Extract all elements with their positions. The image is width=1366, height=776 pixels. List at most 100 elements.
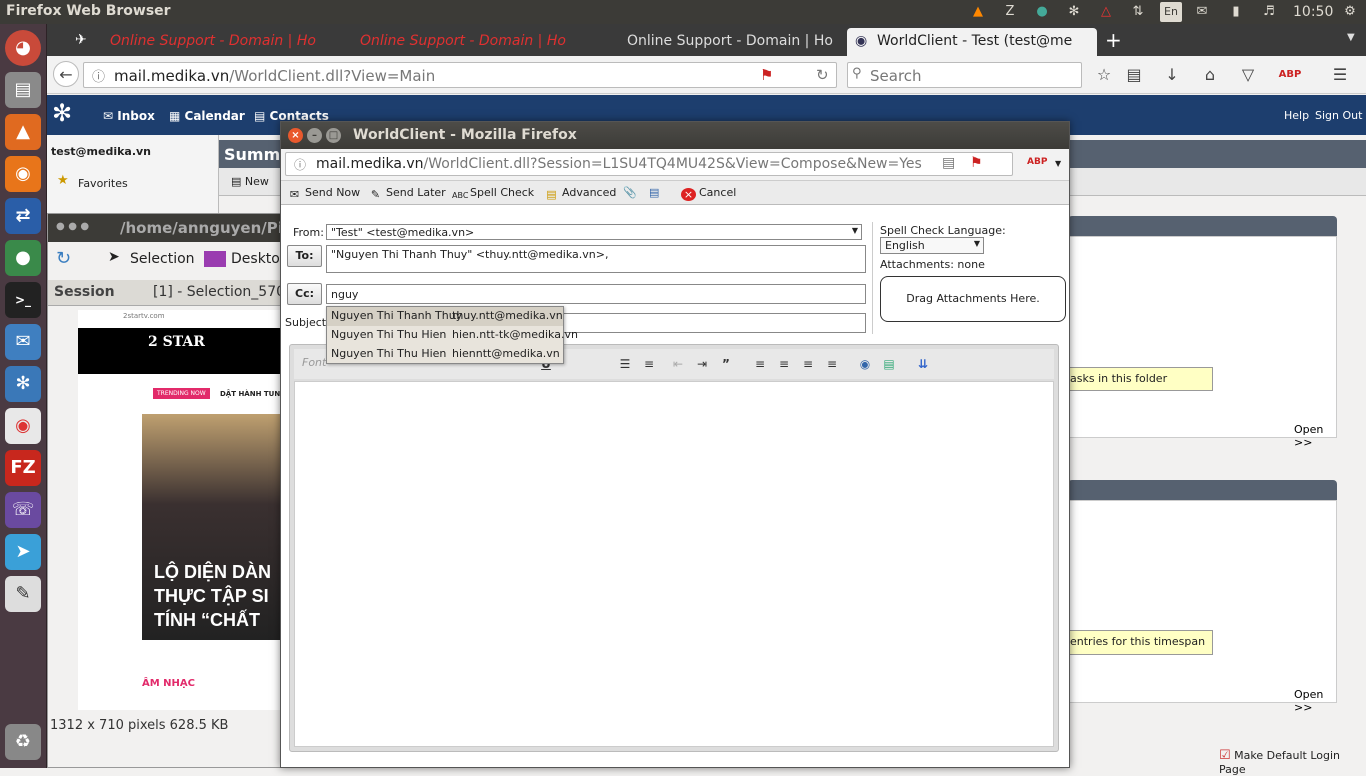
- back-arrow-icon[interactable]: ←: [53, 61, 79, 87]
- reader-view-icon[interactable]: ▤: [942, 155, 955, 171]
- desktop-button[interactable]: Deskto: [231, 251, 280, 267]
- url-bar[interactable]: ⓘ mail.medika.vn/WorldClient.dll?View=Ma…: [83, 62, 837, 88]
- cancel-button[interactable]: × Cancel: [681, 186, 736, 201]
- message-body-editor[interactable]: [294, 381, 1054, 747]
- adblock-icon[interactable]: ABP: [1027, 157, 1047, 167]
- keyboard-layout-indicator[interactable]: En: [1160, 2, 1182, 22]
- send-now-button[interactable]: ✉ Send Now: [287, 186, 360, 201]
- align-center-icon[interactable]: ≡: [775, 355, 793, 373]
- advanced-button[interactable]: ▤ Advanced: [544, 186, 616, 201]
- file-tab[interactable]: [1] - Selection_570.: [153, 284, 289, 300]
- maximize-icon[interactable]: □: [326, 128, 341, 143]
- network-icon[interactable]: ⇅: [1128, 2, 1148, 22]
- insert-image-icon[interactable]: ▤: [880, 355, 898, 373]
- to-field[interactable]: "Nguyen Thi Thanh Thuy" <thuy.ntt@medika…: [326, 245, 866, 273]
- address-book-icon[interactable]: ▤: [649, 186, 659, 199]
- spell-lang-select[interactable]: English ▼: [880, 237, 984, 254]
- cc-field[interactable]: nguy: [326, 284, 866, 304]
- ordered-list-icon[interactable]: ☰: [616, 355, 634, 373]
- reload-icon[interactable]: ↻: [56, 248, 71, 269]
- drag-attachments-zone[interactable]: Drag Attachments Here.: [880, 276, 1066, 322]
- from-select[interactable]: "Test" <test@medika.vn> ▼: [326, 224, 862, 240]
- send-later-button[interactable]: ✎ Send Later: [368, 186, 446, 201]
- bullet-list-icon[interactable]: ≡: [640, 355, 658, 373]
- shotwell-icon[interactable]: ✻: [5, 366, 41, 402]
- thunderbird-icon[interactable]: ✉: [5, 324, 41, 360]
- flag-icon[interactable]: ⚑: [760, 66, 773, 84]
- mail-icon[interactable]: ✉: [1192, 2, 1212, 22]
- session-tab[interactable]: Session: [54, 284, 115, 300]
- autocomplete-option[interactable]: Nguyen Thi Thanh Thuythuy.ntt@medika.vn: [327, 307, 563, 326]
- reading-list-icon[interactable]: ▤: [1121, 62, 1147, 88]
- adblock-icon[interactable]: ABP: [1277, 62, 1303, 88]
- autocomplete-option[interactable]: Nguyen Thi Thu Hien hienntt@medika.vn: [327, 345, 563, 364]
- window-controls-icon[interactable]: ● ● ●: [56, 221, 89, 232]
- files-icon[interactable]: ▤: [5, 72, 41, 108]
- autocomplete-option[interactable]: Nguyen Thi Thu Hien hien.ntt-tk@medika.vn: [327, 326, 578, 345]
- zotero-icon[interactable]: Z: [1000, 2, 1020, 22]
- tab-online-support-1[interactable]: Online Support - Domain | Ho: [102, 28, 342, 56]
- compose-url-bar[interactable]: ⓘ mail.medika.vn/WorldClient.dll?Session…: [285, 152, 1013, 176]
- text-editor-icon[interactable]: ✎: [5, 576, 41, 612]
- help-link[interactable]: Help: [1284, 109, 1309, 122]
- cc-button[interactable]: Cc:: [287, 283, 322, 305]
- spell-check-button[interactable]: ABC Spell Check: [452, 186, 534, 204]
- sign-out-link[interactable]: Sign Out: [1315, 109, 1362, 122]
- tab-online-support-3[interactable]: Online Support - Domain | Ho: [602, 28, 842, 56]
- pinwheel-icon[interactable]: ✻: [1064, 2, 1084, 22]
- outdent-icon[interactable]: ⇤: [669, 355, 687, 373]
- to-button[interactable]: To:: [287, 245, 322, 267]
- menu-hamburger-icon[interactable]: ☰: [1327, 62, 1353, 88]
- tab-online-support-2[interactable]: Online Support - Domain | Ho: [352, 28, 592, 56]
- tab-worldclient[interactable]: ◉ WorldClient - Test (test@me: [847, 28, 1097, 56]
- new-button[interactable]: ▤ New: [231, 175, 269, 188]
- bookmark-star-icon[interactable]: ☆: [1091, 62, 1117, 88]
- nav-calendar[interactable]: ▦ Calendar: [169, 109, 245, 123]
- close-icon[interactable]: ×: [288, 128, 303, 143]
- tasks-open-link[interactable]: Open >>: [1294, 423, 1336, 449]
- filezilla-icon[interactable]: FZ: [5, 450, 41, 486]
- calendar-open-link[interactable]: Open >>: [1294, 688, 1336, 714]
- expand-toolbar-icon[interactable]: ⇊: [914, 355, 932, 373]
- indent-icon[interactable]: ⇥: [693, 355, 711, 373]
- selection-button[interactable]: Selection: [130, 251, 195, 267]
- favorites-link[interactable]: Favorites: [78, 177, 128, 190]
- trash-icon[interactable]: ♻: [5, 724, 41, 760]
- clock[interactable]: 10:50: [1293, 4, 1333, 20]
- insert-link-icon[interactable]: ◉: [856, 355, 874, 373]
- viber-icon[interactable]: ☏: [5, 492, 41, 528]
- pocket-icon[interactable]: ▽: [1235, 62, 1261, 88]
- default-login-checkbox[interactable]: ☑ Make Default Login Page: [1219, 748, 1366, 776]
- blockquote-icon[interactable]: ”: [717, 355, 735, 373]
- font-select[interactable]: Font: [302, 356, 326, 369]
- flame-icon[interactable]: ▲: [968, 2, 988, 22]
- attach-paperclip-icon[interactable]: 📎: [623, 186, 637, 199]
- remote-desktop-icon[interactable]: ⇄: [5, 198, 41, 234]
- justify-icon[interactable]: ≡: [823, 355, 841, 373]
- globe-icon[interactable]: ●: [1032, 2, 1052, 22]
- search-field[interactable]: ⚲ Search: [847, 62, 1082, 88]
- volume-icon[interactable]: ♬: [1259, 2, 1279, 22]
- home-icon[interactable]: ⌂: [1197, 62, 1223, 88]
- pinned-tab-icon[interactable]: ✈: [75, 32, 87, 48]
- battery-icon[interactable]: ▮: [1226, 2, 1246, 22]
- download-arrow-icon[interactable]: ↓: [1159, 62, 1185, 88]
- new-tab-plus-icon[interactable]: +: [1105, 28, 1122, 52]
- dropdown-chevron-icon[interactable]: ▼: [1055, 159, 1061, 168]
- flame-app-icon[interactable]: ▲: [5, 114, 41, 150]
- ubuntu-dash-icon[interactable]: ◕: [5, 30, 41, 66]
- chrome-icon[interactable]: ◉: [5, 408, 41, 444]
- tab-list-chevron-icon[interactable]: ▼: [1347, 32, 1355, 43]
- telegram-icon[interactable]: ➤: [5, 534, 41, 570]
- nav-inbox[interactable]: ✉ Inbox: [103, 109, 155, 123]
- align-right-icon[interactable]: ≡: [799, 355, 817, 373]
- align-left-icon[interactable]: ≡: [751, 355, 769, 373]
- power-gear-icon[interactable]: ⚙: [1340, 2, 1360, 22]
- flag-icon[interactable]: ⚑: [970, 155, 983, 171]
- minimize-icon[interactable]: –: [307, 128, 322, 143]
- terminal-icon[interactable]: >_: [5, 282, 41, 318]
- reload-icon[interactable]: ↻: [816, 66, 829, 84]
- network-globe-icon[interactable]: ●: [5, 240, 41, 276]
- warning-icon[interactable]: △: [1096, 2, 1116, 22]
- firefox-icon[interactable]: ◉: [5, 156, 41, 192]
